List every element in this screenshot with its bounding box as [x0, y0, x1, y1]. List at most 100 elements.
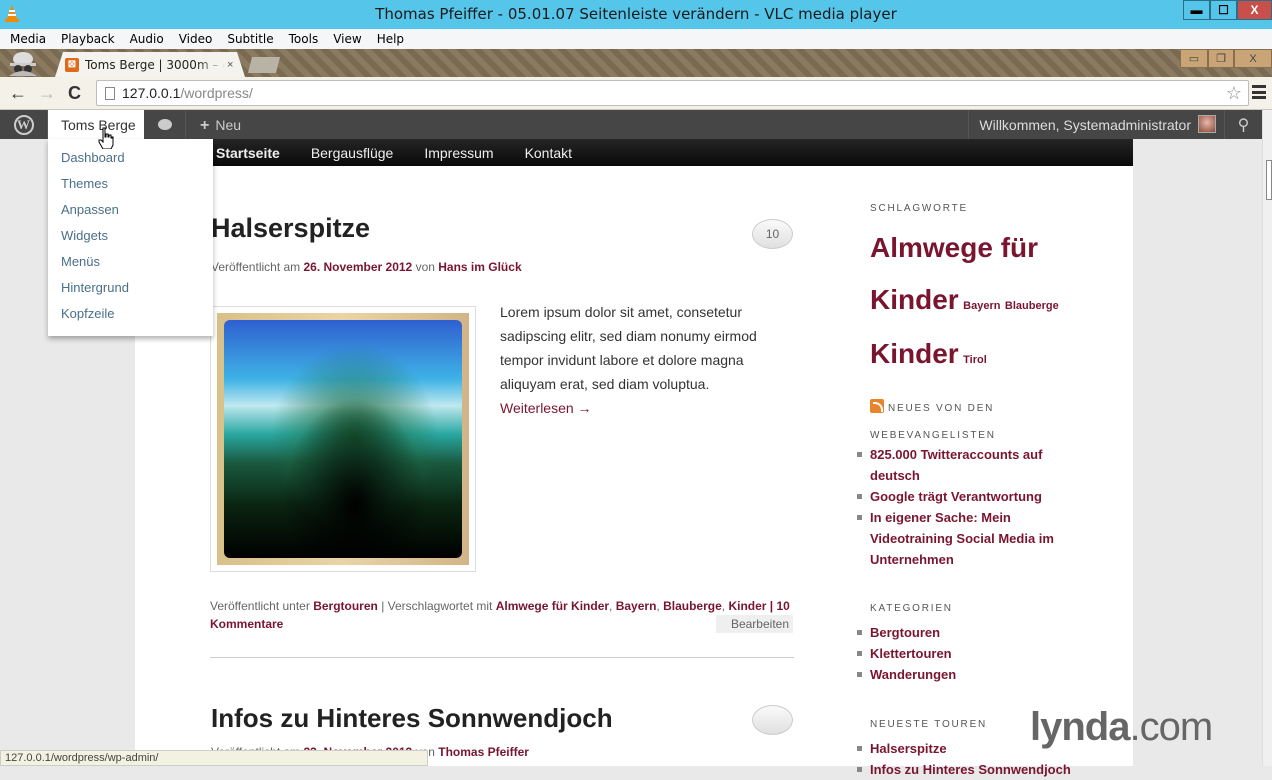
meta-prefix: Veröffentlicht am: [211, 260, 304, 274]
dropdown-item-hintergrund[interactable]: Hintergrund: [48, 277, 213, 303]
bookmark-star-icon[interactable]: ☆: [1226, 83, 1242, 104]
watermark-rest: .com: [1129, 705, 1213, 749]
site-name-dropdown: Dashboard Themes Anpassen Widgets Menüs …: [48, 139, 213, 336]
nav-kontakt[interactable]: Kontakt: [525, 145, 572, 161]
read-more-link[interactable]: Weiterlesen →: [500, 400, 592, 416]
dropdown-item-menues[interactable]: Menüs: [48, 251, 213, 277]
search-icon[interactable]: ⚲: [1224, 110, 1262, 139]
new-tab-button[interactable]: [248, 57, 280, 73]
tag-cloud: Almwege für Kinder Bayern Blauberge Kind…: [870, 224, 1070, 384]
avatar: [1198, 115, 1216, 133]
chrome-menu-icon[interactable]: [1252, 85, 1266, 99]
tag-link[interactable]: Kinder: [728, 599, 766, 613]
rss-item[interactable]: 825.000 Twitteraccounts auf deutsch: [857, 444, 1055, 486]
wp-admin-bar: W Toms Berge + Neu Willkommen, Systemadmi…: [0, 110, 1262, 139]
recent-item[interactable]: Infos zu Hinteres Sonnwendjoch: [857, 759, 1071, 780]
incognito-icon: [9, 52, 37, 76]
xampp-favicon-icon: ⊠: [65, 58, 79, 72]
admin-bar-site-name[interactable]: Toms Berge: [48, 110, 144, 139]
url-host: 127.0.0.1: [122, 85, 181, 101]
post-excerpt: Lorem ipsum dolor sit amet, consetetur s…: [500, 300, 800, 420]
menu-help[interactable]: Help: [371, 32, 410, 46]
widget-title-tags: SCHLAGWORTE: [870, 203, 968, 214]
rss-icon[interactable]: [870, 399, 884, 413]
nav-bergausfluege[interactable]: Bergausflüge: [311, 145, 394, 161]
tag-link[interactable]: Almwege für Kinder: [496, 599, 609, 613]
minimize-button[interactable]: ▬: [1183, 0, 1210, 20]
dropdown-item-widgets[interactable]: Widgets: [48, 225, 213, 251]
browser-close-button[interactable]: X: [1234, 49, 1272, 68]
footer-prefix: Veröffentlicht unter: [210, 599, 314, 613]
dropdown-item-anpassen[interactable]: Anpassen: [48, 199, 213, 225]
comment-count-bubble[interactable]: 10: [752, 219, 793, 249]
nav-impressum[interactable]: Impressum: [424, 145, 493, 161]
vlc-menubar: Media Playback Audio Video Subtitle Tool…: [0, 29, 1272, 49]
rss-title-line2[interactable]: WEBEVANGELISTEN: [870, 430, 996, 441]
dropdown-item-themes[interactable]: Themes: [48, 173, 213, 199]
tab-title: Toms Berge | 3000m – drum: [85, 57, 219, 72]
post-author-link[interactable]: Hans im Glück: [438, 260, 521, 274]
menu-audio[interactable]: Audio: [124, 32, 170, 46]
menu-view[interactable]: View: [327, 32, 367, 46]
post-thumbnail[interactable]: [210, 306, 476, 572]
category-item[interactable]: Wanderungen: [856, 664, 956, 685]
widget-title-categories: KATEGORIEN: [870, 603, 953, 614]
reload-button[interactable]: C: [68, 83, 81, 104]
post-title[interactable]: Infos zu Hinteres Sonnwendjoch: [211, 703, 613, 734]
mountain-photo: [224, 320, 462, 558]
wordpress-logo-icon[interactable]: W: [0, 110, 48, 139]
dropdown-item-kopfzeile[interactable]: Kopfzeile: [48, 303, 213, 329]
post-date-link[interactable]: 26. November 2012: [304, 260, 413, 274]
edit-button[interactable]: Bearbeiten: [716, 615, 793, 633]
browser-tabstrip: ⊠ Toms Berge | 3000m – drum × ▭ ❐ X: [0, 49, 1272, 77]
maximize-button[interactable]: ☐: [1210, 0, 1237, 20]
menu-video[interactable]: Video: [173, 32, 219, 46]
tag-blauberge[interactable]: Blauberge: [1005, 300, 1059, 312]
menu-tools[interactable]: Tools: [283, 32, 325, 46]
rss-item[interactable]: Google trägt Verantwortung: [857, 486, 1055, 507]
menu-subtitle[interactable]: Subtitle: [221, 32, 279, 46]
window-titlebar: Thomas Pfeiffer - 05.01.07 Seitenleiste …: [0, 0, 1272, 29]
post-meta: Veröffentlicht am 26. November 2012 von …: [211, 260, 522, 274]
new-label: Neu: [215, 117, 242, 133]
rss-item[interactable]: In eigener Sache: Mein Videotraining Soc…: [857, 507, 1055, 570]
footer-tags-prefix: | Verschlagwortet mit: [377, 599, 496, 613]
main-navigation: Startseite Bergausflüge Impressum Kontak…: [213, 139, 1133, 166]
nav-startseite[interactable]: Startseite: [216, 145, 280, 161]
menu-media[interactable]: Media: [4, 32, 52, 46]
tag-kinder[interactable]: Kinder: [870, 338, 959, 369]
page-icon: [105, 86, 115, 100]
post-title[interactable]: Halserspitze: [211, 213, 370, 244]
browser-restore-button[interactable]: ❐: [1208, 49, 1234, 68]
widget-title-recent: NEUESTE TOUREN: [870, 719, 988, 730]
menu-playback[interactable]: Playback: [55, 32, 121, 46]
category-link[interactable]: Bergtouren: [313, 599, 378, 613]
comments-icon[interactable]: [144, 110, 186, 139]
widget-title-rss: NEUES VON DEN WEBEVANGELISTEN: [870, 395, 996, 449]
meta-by: von: [412, 260, 439, 274]
post-author-link[interactable]: Thomas Pfeiffer: [438, 745, 529, 759]
comment-bubble-icon[interactable]: [752, 705, 793, 735]
dropdown-item-dashboard[interactable]: Dashboard: [48, 147, 213, 173]
tag-bayern[interactable]: Bayern: [963, 300, 1000, 312]
tag-link[interactable]: Bayern: [616, 599, 657, 613]
forward-button[interactable]: →: [38, 83, 56, 104]
rss-title-line1[interactable]: NEUES VON DEN: [888, 403, 994, 414]
category-item[interactable]: Klettertouren: [856, 643, 956, 664]
close-button[interactable]: X: [1237, 0, 1272, 20]
address-bar[interactable]: 127.0.0.1/wordpress/ ☆: [96, 80, 1249, 106]
hand-cursor-icon: [98, 127, 114, 149]
browser-tab-active[interactable]: ⊠ Toms Berge | 3000m – drum ×: [55, 52, 245, 77]
admin-bar-account[interactable]: Willkommen, Systemadministrator: [968, 110, 1224, 139]
scrollbar-thumb[interactable]: [1266, 160, 1272, 200]
page-scrollbar[interactable]: [1262, 110, 1272, 766]
tab-close-icon[interactable]: ×: [227, 59, 233, 71]
tag-tirol[interactable]: Tirol: [963, 354, 987, 366]
browser-minimize-button[interactable]: ▭: [1180, 49, 1208, 68]
category-item[interactable]: Bergtouren: [856, 622, 956, 643]
admin-bar-new-button[interactable]: + Neu: [186, 110, 251, 139]
tag-link[interactable]: Blauberge: [663, 599, 722, 613]
watermark-bold: lynda: [1030, 705, 1130, 749]
post-divider: [210, 657, 794, 658]
back-button[interactable]: ←: [9, 83, 27, 104]
